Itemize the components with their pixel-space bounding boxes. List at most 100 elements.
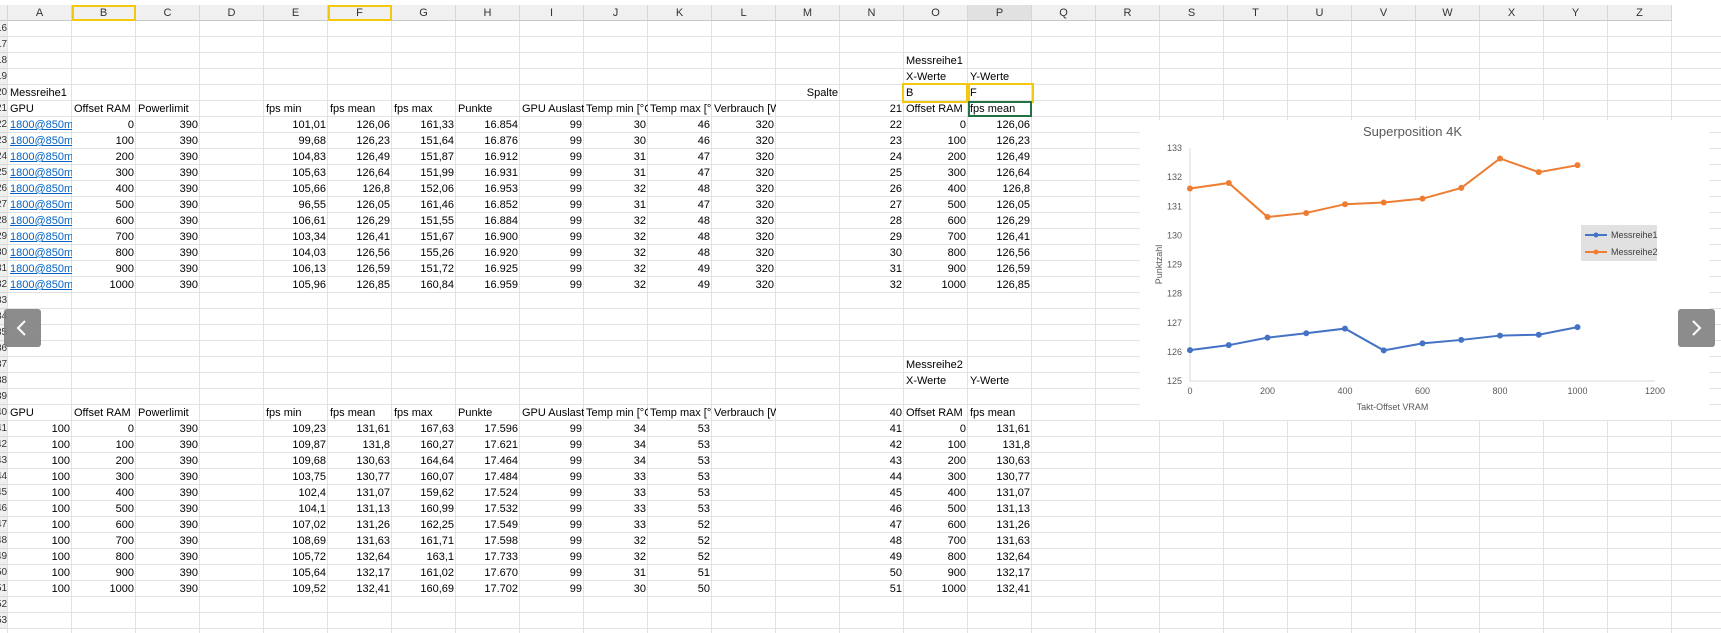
prev-button[interactable] xyxy=(4,309,41,347)
row-header[interactable]: 48 xyxy=(0,533,7,549)
column-header-y[interactable]: Y xyxy=(1544,5,1608,21)
y-tick-label: 133 xyxy=(1167,143,1182,153)
row-header[interactable]: 29 xyxy=(0,229,7,245)
row-header[interactable]: 37 xyxy=(0,357,7,373)
column-header-x[interactable]: X xyxy=(1480,5,1544,21)
row-header[interactable]: 51 xyxy=(0,581,7,597)
gpu-link[interactable]: 1800@850mV xyxy=(8,165,72,181)
x-tick-label: 0 xyxy=(1187,386,1192,396)
column-header-q[interactable]: Q xyxy=(1032,5,1096,21)
table-cell: 131,13 xyxy=(996,503,1030,515)
row-header[interactable]: 32 xyxy=(0,277,7,293)
table-cell: 160,69 xyxy=(420,583,454,595)
column-header-v[interactable]: V xyxy=(1352,5,1416,21)
table-cell: 0 xyxy=(959,119,966,131)
column-header-n[interactable]: N xyxy=(840,5,904,21)
row-header[interactable]: 49 xyxy=(0,549,7,565)
row-header[interactable]: 43 xyxy=(0,453,7,469)
column-header-b[interactable]: B xyxy=(72,5,136,21)
row-header[interactable]: 20 xyxy=(0,85,7,101)
table-cell: 99 xyxy=(569,551,582,563)
column-header-c[interactable]: C xyxy=(136,5,200,21)
row-header[interactable]: 25 xyxy=(0,165,7,181)
gpu-link[interactable]: 1800@850mV xyxy=(8,181,72,197)
column-header-w[interactable]: W xyxy=(1416,5,1480,21)
column-header-z[interactable]: Z xyxy=(1608,5,1672,21)
row-header[interactable]: 45 xyxy=(0,485,7,501)
column-header-e[interactable]: E xyxy=(264,5,328,21)
column-header-o[interactable]: O xyxy=(904,5,968,21)
column-header-l[interactable]: L xyxy=(712,5,776,21)
gpu-link[interactable]: 1800@850mV xyxy=(8,213,72,229)
gpu-link[interactable]: 1800@850mV xyxy=(8,261,72,277)
column-header-s[interactable]: S xyxy=(1160,5,1224,21)
row-header[interactable]: 27 xyxy=(0,197,7,213)
column-header-i[interactable]: I xyxy=(520,5,584,21)
row-header[interactable]: 46 xyxy=(0,501,7,517)
row-header[interactable]: 41 xyxy=(0,421,7,437)
row-header[interactable]: 44 xyxy=(0,469,7,485)
column-header-a[interactable]: A xyxy=(8,5,72,21)
table-cell: 33 xyxy=(633,519,646,531)
column-header-r[interactable]: R xyxy=(1096,5,1160,21)
table-cell: 390 xyxy=(179,535,198,547)
gpu-link[interactable]: 1800@850mV xyxy=(8,277,72,293)
row-header[interactable]: 52 xyxy=(0,597,7,613)
superposition-chart[interactable]: Superposition 4K 125 126 127 128 129 130 131 132… xyxy=(1140,120,1710,420)
data-point xyxy=(1497,155,1503,162)
column-header-m[interactable]: M xyxy=(776,5,840,21)
row-header[interactable]: 40 xyxy=(0,405,7,421)
table-cell: 53 xyxy=(697,503,710,515)
table-cell: 109,23 xyxy=(292,423,326,435)
y-tick-label: 132 xyxy=(1167,172,1182,182)
chevron-right-icon xyxy=(1692,320,1702,336)
row-header[interactable]: 30 xyxy=(0,245,7,261)
table-cell: 45 xyxy=(889,487,902,499)
gpu-link[interactable]: 1800@850mV xyxy=(8,149,72,165)
row-header[interactable]: 28 xyxy=(0,213,7,229)
column-header-h[interactable]: H xyxy=(456,5,520,21)
column-header-d[interactable]: D xyxy=(200,5,264,21)
row-header[interactable]: 47 xyxy=(0,517,7,533)
row-header[interactable]: 38 xyxy=(0,373,7,389)
row-header[interactable]: 33 xyxy=(0,293,7,309)
gpu-link[interactable]: 1800@850mV xyxy=(8,117,72,133)
column-header-p[interactable]: P xyxy=(968,5,1032,21)
gpu-link[interactable]: 1800@850mV xyxy=(8,229,72,245)
column-header-k[interactable]: K xyxy=(648,5,712,21)
gpu-link[interactable]: 1800@850mV xyxy=(8,197,72,213)
table-cell: 99 xyxy=(569,455,582,467)
table-cell: 164,64 xyxy=(420,455,454,467)
gpu-link[interactable]: 1800@850mV xyxy=(8,133,72,149)
table-cell: 126,85 xyxy=(356,279,390,291)
next-button[interactable] xyxy=(1678,309,1715,347)
row-header[interactable]: 26 xyxy=(0,181,7,197)
select-all-corner[interactable] xyxy=(0,5,8,21)
row-header[interactable]: 39 xyxy=(0,389,7,405)
gpu-link[interactable]: 1800@850mV xyxy=(8,245,72,261)
row-header[interactable]: 22 xyxy=(0,117,7,133)
gridline-row xyxy=(7,84,1721,85)
table-cell: 105,72 xyxy=(292,551,326,563)
column-header-t[interactable]: T xyxy=(1224,5,1288,21)
table-cell: 34 xyxy=(633,455,646,467)
active-cell[interactable]: fps mean xyxy=(968,101,1032,117)
row-header[interactable]: 31 xyxy=(0,261,7,277)
row-header[interactable]: 19 xyxy=(0,69,7,85)
row-header[interactable]: 50 xyxy=(0,565,7,581)
row-header[interactable]: 23 xyxy=(0,133,7,149)
row-header[interactable]: 17 xyxy=(0,37,7,53)
row-header[interactable]: 24 xyxy=(0,149,7,165)
row-header[interactable]: 42 xyxy=(0,437,7,453)
row-header[interactable]: 16 xyxy=(0,21,7,37)
table-cell: 50 xyxy=(889,567,902,579)
row-header[interactable]: 18 xyxy=(0,53,7,69)
row-header[interactable]: 53 xyxy=(0,613,7,629)
column-header-g[interactable]: G xyxy=(392,5,456,21)
column-header-u[interactable]: U xyxy=(1288,5,1352,21)
table-cell: 48 xyxy=(889,535,902,547)
column-header-f[interactable]: F xyxy=(328,5,392,21)
column-header-j[interactable]: J xyxy=(584,5,648,21)
table-cell: 151,87 xyxy=(420,151,454,163)
row-header[interactable]: 21 xyxy=(0,101,7,117)
